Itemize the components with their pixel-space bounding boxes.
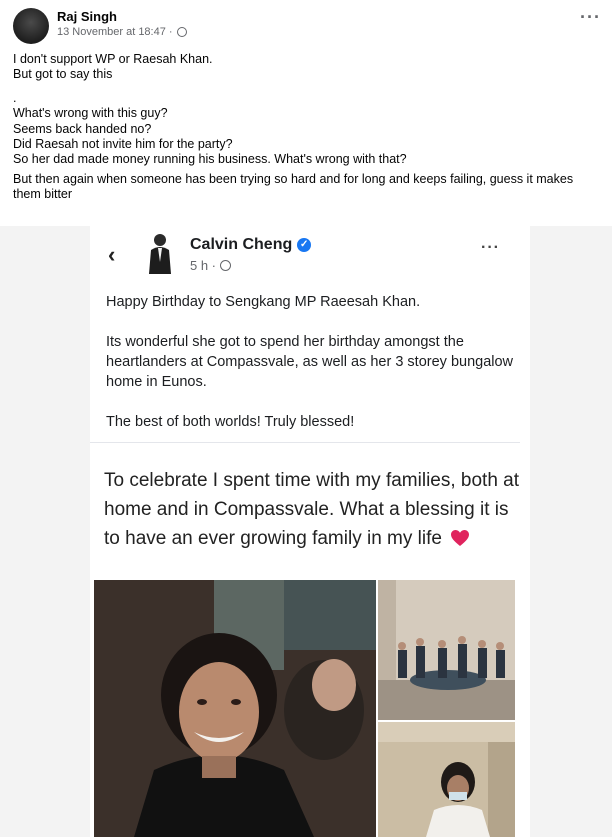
shared-post-meta: 5 h · [190,258,232,273]
photo-woman-smiling [94,580,376,837]
shared-author-name: Calvin Cheng ✓ [190,236,312,254]
post-line: What's wrong with this guy? [13,106,168,121]
post-timestamp[interactable]: 13 November at 18:47 · [57,26,173,38]
red-heart-icon [451,530,470,546]
more-options-icon: ··· [481,239,500,256]
post-photo[interactable]: ‹ Calvin Cheng ✓ 5 h · ··· Happy Birthda… [0,226,612,837]
divider [90,442,520,443]
shared-post-time: 5 h · [190,258,217,273]
post-line: So her dad made money running his busine… [13,152,407,167]
globe-icon [220,260,232,271]
post-line: I don't support WP or Raesah Khan. [13,52,213,66]
shared-paragraph: Happy Birthday to Sengkang MP Raeesah Kh… [106,294,421,310]
chevron-left-icon: ‹ [108,242,116,267]
author-avatar[interactable] [13,8,49,44]
post-meta: 13 November at 18:47 · [57,26,187,38]
post-closing: But then again when someone has been try… [13,171,577,202]
shared-paragraph: The best of both worlds! Truly blessed! [106,414,355,430]
post-body: I don't support WP or Raesah Khan. But g… [13,52,599,203]
post-line: But got to say this [13,67,113,82]
post-header: Raj Singh 13 November at 18:47 · ··· [13,8,603,48]
globe-icon [176,27,187,37]
shared-author-avatar [149,234,171,274]
shared-screenshot: ‹ Calvin Cheng ✓ 5 h · ··· Happy Birthda… [90,226,530,837]
quoted-post-text: To celebrate I spent time with my famili… [104,466,524,553]
photo-group-room [378,580,515,720]
post-line: . [13,90,17,105]
more-options-icon[interactable]: ··· [580,8,601,26]
shared-paragraph: Its wonderful she got to spend her birth… [106,334,514,390]
shared-post-text: Happy Birthday to Sengkang MP Raeesah Kh… [106,292,516,452]
post-line: Did Raesah not invite him for the party? [13,137,233,152]
photo-woman-mask [378,722,515,837]
post-line: Seems back handed no? [13,121,152,136]
author-name[interactable]: Raj Singh [57,9,117,24]
shared-author-label: Calvin Cheng [190,236,293,253]
verified-badge-icon: ✓ [297,238,312,252]
